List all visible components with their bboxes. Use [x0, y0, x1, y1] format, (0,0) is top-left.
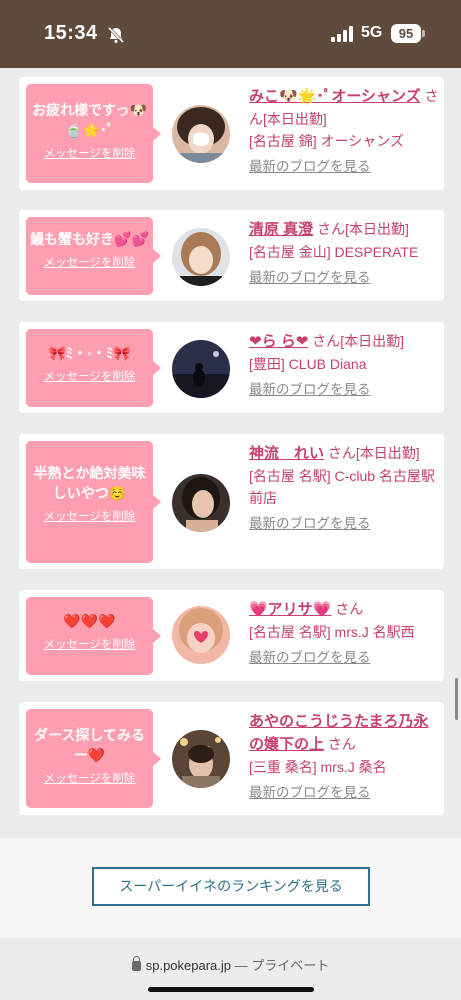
honorific: さん — [335, 601, 364, 617]
delete-message-link[interactable]: メッセージを削除 — [26, 636, 153, 652]
cast-info: 清原 真澄 さん[本日出勤] [名古屋 金山] DESPERATE 最新のブログ… — [249, 218, 439, 289]
delete-message-link[interactable]: メッセージを削除 — [26, 145, 153, 161]
avatar[interactable] — [172, 228, 230, 286]
list-item: ❤️❤️❤️ メッセージを削除 💗アリサ💗 さん [名古屋 名駅] mrs.J … — [19, 590, 444, 681]
url-display[interactable]: sp.pokepara.jp — プライベート — [0, 955, 461, 974]
shop-label: [三重 桑名] mrs.J 桑名 — [249, 759, 387, 775]
avatar[interactable] — [172, 340, 230, 398]
shop-label: [名古屋 錦] オーシャンズ — [249, 133, 404, 149]
latest-blog-link[interactable]: 最新のブログを見る — [249, 647, 439, 669]
cast-info: あやのこうじうたまろ乃永の嬢下の上 さん [三重 桑名] mrs.J 桑名 最新… — [249, 710, 439, 804]
message-text: 🎀ﾐ・◦・ﾐ🎀 — [48, 345, 131, 361]
home-indicator[interactable] — [148, 987, 314, 992]
private-label: — プライベート — [234, 958, 330, 973]
shop-label: [名古屋 名駅] C-club 名古屋駅前店 — [249, 468, 435, 506]
super-iine-list: お疲れ様ですっ🐶🍵🌟･ﾟ メッセージを削除 みこ🐶🌟･ﾟオーシャンズ さん[本日… — [0, 68, 461, 838]
avatar[interactable] — [172, 105, 230, 163]
cast-info: みこ🐶🌟･ﾟオーシャンズ さん[本日出勤] [名古屋 錦] オーシャンズ 最新の… — [249, 85, 439, 178]
attendance-status: [本日出勤] — [263, 111, 327, 127]
avatar[interactable] — [172, 474, 230, 532]
shop-label: [名古屋 金山] DESPERATE — [249, 244, 419, 260]
latest-blog-link[interactable]: 最新のブログを見る — [249, 379, 439, 401]
ranking-button[interactable]: スーパーイイネのランキングを見る — [92, 867, 370, 906]
honorific: さん — [327, 736, 356, 752]
bell-muted-icon — [107, 26, 125, 44]
latest-blog-link[interactable]: 最新のブログを見る — [249, 267, 439, 289]
battery-icon: 95 — [391, 24, 421, 43]
lock-icon — [131, 956, 141, 971]
battery-tip — [422, 30, 425, 37]
latest-blog-link[interactable]: 最新のブログを見る — [249, 513, 439, 535]
list-item: ダース探してみるー❤️ メッセージを削除 あやのこうじうたまろ乃永の嬢下の上 さ… — [19, 702, 444, 815]
url-text: sp.pokepara.jp — [145, 958, 232, 973]
signal-icon — [331, 26, 353, 42]
message-text: ダース探してみるー❤️ — [34, 727, 145, 763]
honorific: さん — [317, 221, 346, 237]
list-item: 🎀ﾐ・◦・ﾐ🎀 メッセージを削除 ❤︎ら ら❤︎ さん[本日出勤] [豊田] C… — [19, 322, 444, 413]
message-text: 鰻も蟹も好き💕💕 — [30, 231, 149, 247]
message-bubble: 半熟とか絶対美味しいやつ☺️ メッセージを削除 — [26, 441, 161, 563]
shop-label: [名古屋 名駅] mrs.J 名駅西 — [249, 624, 415, 640]
message-text: ❤️❤️❤️ — [63, 613, 116, 629]
cast-info: 💗アリサ💗 さん [名古屋 名駅] mrs.J 名駅西 最新のブログを見る — [249, 598, 439, 669]
message-bubble: ダース探してみるー❤️ メッセージを削除 — [26, 709, 161, 808]
network-type: 5G — [361, 24, 383, 41]
shop-label: [豊田] CLUB Diana — [249, 356, 367, 372]
list-item: 半熟とか絶対美味しいやつ☺️ メッセージを削除 神流 れい さん[本日出勤] [… — [19, 434, 444, 569]
cast-name-link[interactable]: 清原 真澄 — [249, 221, 313, 238]
delete-message-link[interactable]: メッセージを削除 — [26, 508, 153, 524]
delete-message-link[interactable]: メッセージを削除 — [26, 368, 153, 384]
cast-name-link[interactable]: ❤︎ら ら❤︎ — [249, 333, 308, 350]
scrollbar[interactable] — [455, 678, 458, 720]
latest-blog-link[interactable]: 最新のブログを見る — [249, 782, 439, 804]
cast-info: 神流 れい さん[本日出勤] [名古屋 名駅] C-club 名古屋駅前店 最新… — [249, 442, 439, 535]
message-bubble: 🎀ﾐ・◦・ﾐ🎀 メッセージを削除 — [26, 329, 161, 407]
delete-message-link[interactable]: メッセージを削除 — [26, 770, 153, 786]
message-bubble: 鰻も蟹も好き💕💕 メッセージを削除 — [26, 217, 161, 295]
browser-url-bar[interactable]: sp.pokepara.jp — プライベート — [0, 938, 461, 1000]
list-item: 鰻も蟹も好き💕💕 メッセージを削除 清原 真澄 さん[本日出勤] [名古屋 金山… — [19, 210, 444, 301]
honorific: さん — [327, 445, 356, 461]
status-bar: 15:34 5G 95 — [0, 0, 461, 68]
ranking-section: スーパーイイネのランキングを見る — [0, 838, 461, 938]
avatar[interactable] — [172, 730, 230, 788]
delete-message-link[interactable]: メッセージを削除 — [26, 254, 153, 270]
message-text: お疲れ様ですっ🐶🍵🌟･ﾟ — [32, 102, 147, 138]
cast-name-link[interactable]: 💗アリサ💗 — [249, 601, 331, 618]
message-bubble: お疲れ様ですっ🐶🍵🌟･ﾟ メッセージを削除 — [26, 84, 161, 183]
avatar[interactable] — [172, 606, 230, 664]
honorific: さん — [312, 333, 341, 349]
message-bubble: ❤️❤️❤️ メッセージを削除 — [26, 597, 161, 675]
cast-name-link[interactable]: みこ🐶🌟･ﾟオーシャンズ — [249, 88, 421, 105]
attendance-status: [本日出勤] — [355, 445, 420, 461]
attendance-status: [本日出勤] — [340, 333, 404, 349]
cast-name-link[interactable]: 神流 れい — [249, 445, 324, 462]
list-item: お疲れ様ですっ🐶🍵🌟･ﾟ メッセージを削除 みこ🐶🌟･ﾟオーシャンズ さん[本日… — [19, 77, 444, 190]
message-text: 半熟とか絶対美味しいやつ☺️ — [33, 465, 146, 501]
latest-blog-link[interactable]: 最新のブログを見る — [249, 156, 439, 178]
cast-info: ❤︎ら ら❤︎ さん[本日出勤] [豊田] CLUB Diana 最新のブログを… — [249, 330, 439, 401]
status-time: 15:34 — [44, 22, 98, 44]
attendance-status: [本日出勤] — [345, 221, 409, 237]
